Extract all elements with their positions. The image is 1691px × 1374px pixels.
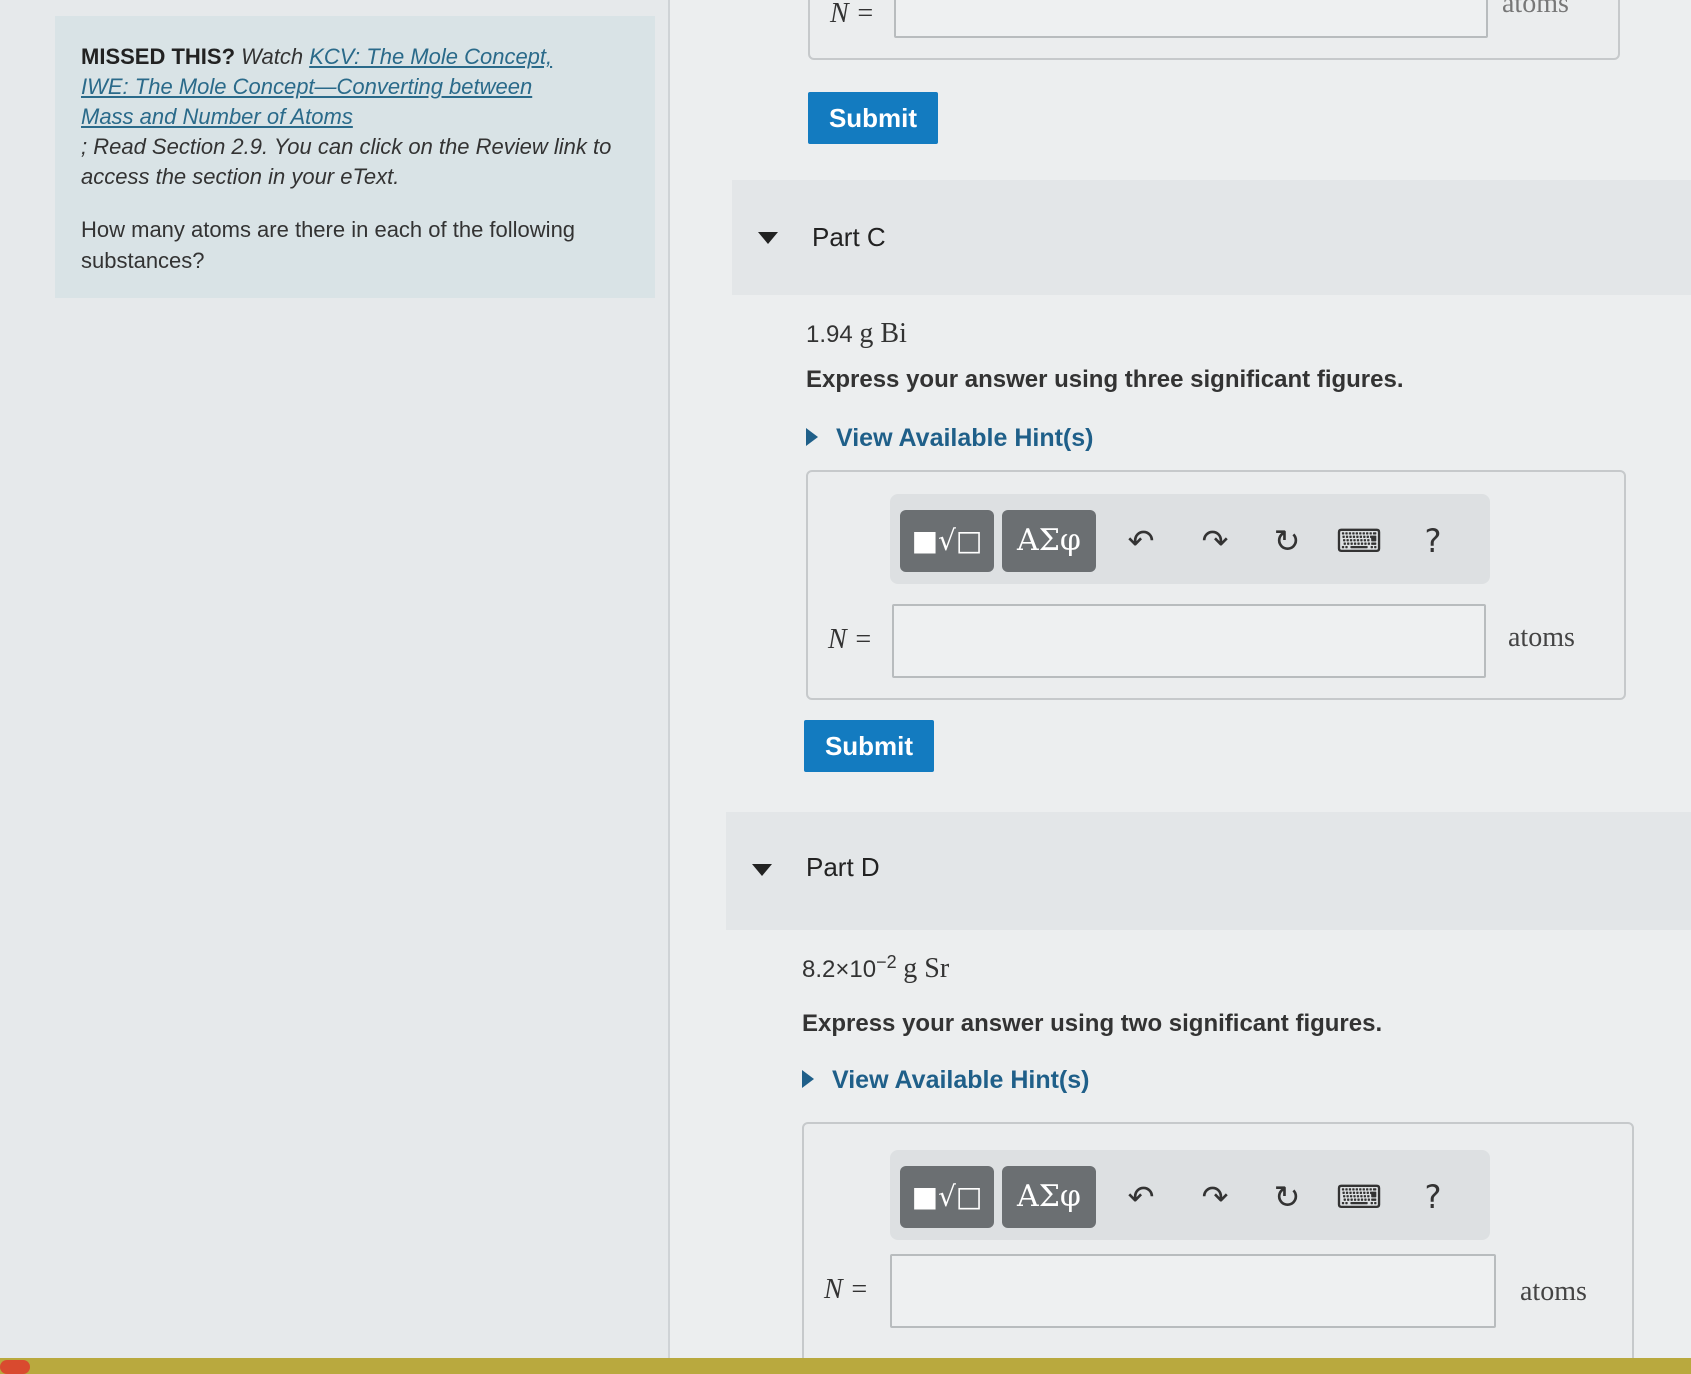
part-c-hint-link[interactable]: View Available Hint(s) <box>836 424 1093 453</box>
kcv-link[interactable]: KCV: The Mole Concept, <box>309 44 552 69</box>
help-icon[interactable]: ? <box>1408 1172 1458 1222</box>
part-c-header[interactable]: Part C <box>732 180 1691 295</box>
collapse-caret-icon[interactable] <box>758 232 778 244</box>
left-column: MISSED THIS? Watch KCV: The Mole Concept… <box>0 0 670 1374</box>
part-c-answer-input[interactable] <box>892 604 1486 678</box>
part-d-hint-link[interactable]: View Available Hint(s) <box>832 1066 1089 1095</box>
greek-symbols-button[interactable]: ΑΣφ <box>1002 510 1096 572</box>
part-c-math-toolbar: ■√□ ΑΣφ ↶ ↷ ↻ ⌨ ? <box>890 494 1490 584</box>
missed-this-box: MISSED THIS? Watch KCV: The Mole Concept… <box>55 16 655 298</box>
missed-this-text: MISSED THIS? Watch KCV: The Mole Concept… <box>81 42 633 192</box>
part-d-unit-substance: g Sr <box>903 953 950 984</box>
watch-text: Watch <box>235 44 310 69</box>
taskbar-app-icon <box>0 1360 30 1374</box>
redo-icon[interactable]: ↷ <box>1190 1172 1240 1222</box>
part-b-answer-input[interactable] <box>894 0 1488 38</box>
part-d-unit: atoms <box>1520 1276 1587 1307</box>
part-c-submit-button[interactable]: Submit <box>804 720 934 772</box>
undo-icon[interactable]: ↶ <box>1116 1172 1166 1222</box>
missed-this-label: MISSED THIS? <box>81 44 236 69</box>
part-d-answer-input[interactable] <box>890 1254 1496 1328</box>
part-c-n-label: N = <box>828 624 873 655</box>
part-d-instruction: Express your answer using two significan… <box>802 1010 1383 1037</box>
part-d-header[interactable]: Part D <box>726 812 1691 930</box>
part-d-n-label: N = <box>824 1274 869 1305</box>
greek-symbols-button[interactable]: ΑΣφ <box>1002 1166 1096 1228</box>
part-c-answer-box: ■√□ ΑΣφ ↶ ↷ ↻ ⌨ ? N = atoms <box>806 470 1626 700</box>
part-c-unit-substance: g Bi <box>859 318 907 349</box>
templates-button-icon[interactable]: ■√□ <box>900 1166 994 1228</box>
part-c-mass: 1.94 <box>806 321 853 348</box>
part-d-answer-box: ■√□ ΑΣφ ↶ ↷ ↻ ⌨ ? N = atoms <box>802 1122 1634 1364</box>
question-text: How many atoms are there in each of the … <box>81 217 576 273</box>
undo-icon[interactable]: ↶ <box>1116 516 1166 566</box>
part-b-unit: atoms <box>1502 0 1569 19</box>
templates-button-icon[interactable]: ■√□ <box>900 510 994 572</box>
part-d-exponent: −2 <box>876 952 897 972</box>
part-d-title: Part D <box>806 852 880 882</box>
part-b-answer-box: N = atoms <box>808 0 1620 60</box>
part-c-title: Part C <box>812 222 886 252</box>
mass-atoms-link[interactable]: Mass and Number of Atoms <box>81 104 353 129</box>
iwe-link[interactable]: IWE: The Mole Concept—Converting between <box>81 74 532 99</box>
taskbar-strip <box>0 1358 1691 1374</box>
collapse-caret-icon[interactable] <box>752 864 772 876</box>
reset-icon[interactable]: ↻ <box>1262 1172 1312 1222</box>
part-b-n-label: N = <box>830 0 875 29</box>
part-c-instruction: Express your answer using three signific… <box>806 366 1404 393</box>
part-b-submit-button[interactable]: Submit <box>808 92 938 144</box>
keyboard-icon[interactable]: ⌨ <box>1334 516 1384 566</box>
keyboard-icon[interactable]: ⌨ <box>1334 1172 1384 1222</box>
redo-icon[interactable]: ↷ <box>1190 516 1240 566</box>
part-d-math-toolbar: ■√□ ΑΣφ ↶ ↷ ↻ ⌨ ? <box>890 1150 1490 1240</box>
part-c-substance: 1.94 g Bi <box>806 318 907 350</box>
help-icon[interactable]: ? <box>1408 516 1458 566</box>
hint-expand-icon[interactable] <box>806 428 818 446</box>
hint-expand-icon[interactable] <box>802 1070 814 1088</box>
part-d-substance: 8.2×10−2 g Sr <box>802 952 949 985</box>
part-d-mantissa: 8.2×10 <box>802 956 877 983</box>
reset-icon[interactable]: ↻ <box>1262 516 1312 566</box>
read-section-text: ; Read Section 2.9. You can click on the… <box>81 134 612 189</box>
part-c-unit: atoms <box>1508 622 1575 653</box>
